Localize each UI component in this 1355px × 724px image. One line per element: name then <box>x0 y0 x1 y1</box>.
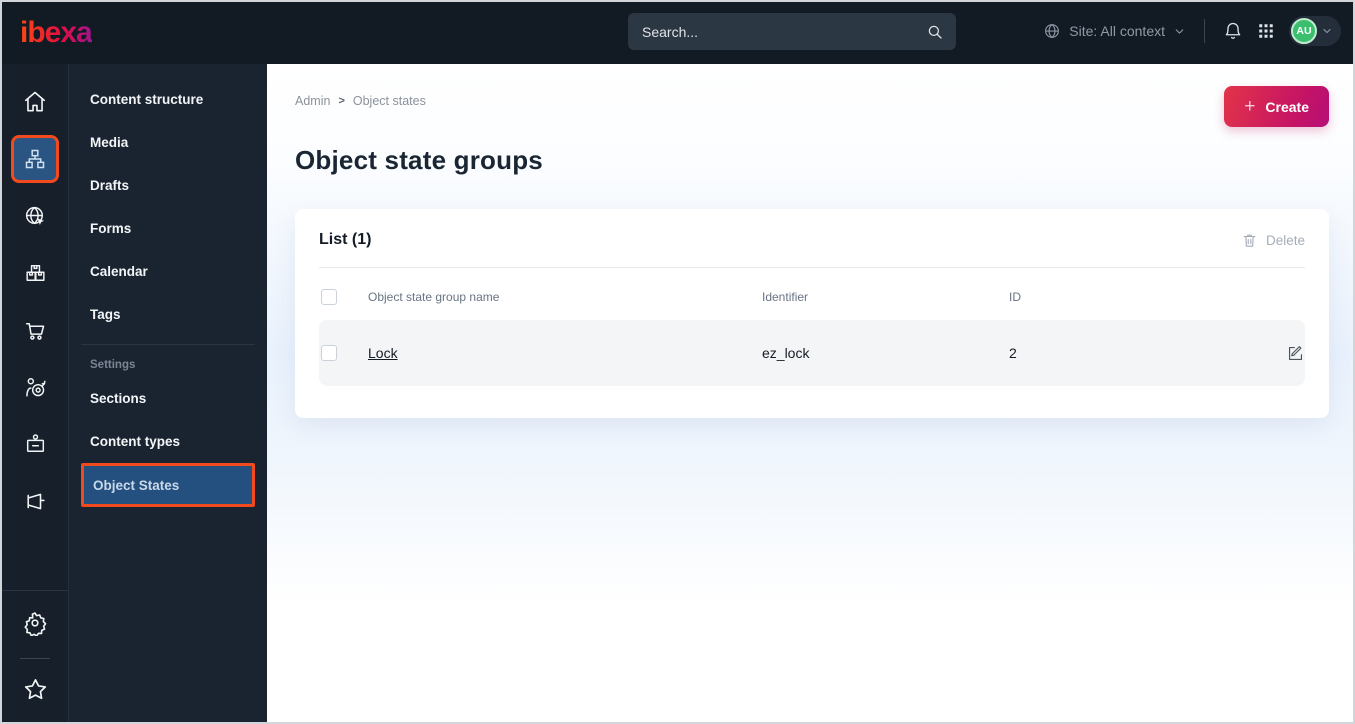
delete-button-label: Delete <box>1265 232 1305 248</box>
sidebar-settings-label: Settings <box>90 359 136 371</box>
rail-divider <box>2 590 68 591</box>
rail-item-dashboard[interactable] <box>11 78 59 126</box>
create-button[interactable]: + Create <box>1224 86 1329 127</box>
edit-button[interactable] <box>1265 344 1305 363</box>
rail-item-admin-settings[interactable] <box>11 599 59 647</box>
object-state-groups-panel: List (1) Delete Object state group name … <box>295 209 1329 418</box>
cart-icon <box>23 318 48 343</box>
search-input[interactable] <box>642 23 926 40</box>
plus-icon: + <box>1244 96 1256 117</box>
main-menu-rail <box>2 64 68 722</box>
user-menu[interactable]: AU <box>1289 16 1341 46</box>
search-icon[interactable] <box>926 23 944 41</box>
home-icon <box>22 89 48 115</box>
app-window: ibexa Site: All context <box>0 0 1355 724</box>
chevron-down-icon <box>1321 25 1333 37</box>
site-context-selector[interactable]: Site: All context <box>1043 22 1186 40</box>
notifications-bell-icon[interactable] <box>1223 21 1243 41</box>
rail-item-products[interactable] <box>11 249 59 297</box>
global-search[interactable] <box>628 13 956 50</box>
select-all-checkbox[interactable] <box>321 289 337 305</box>
rail-divider <box>20 658 50 659</box>
app-grid-icon[interactable] <box>1257 22 1275 40</box>
breadcrumb-admin-link[interactable]: Admin <box>295 94 330 108</box>
panel-divider <box>319 267 1305 268</box>
breadcrumb: Admin > Object states <box>295 94 426 108</box>
content-structure-icon <box>23 147 47 171</box>
corporate-badge-icon <box>23 432 48 457</box>
sidebar-item-object-states[interactable]: Object States <box>81 463 255 507</box>
sidebar-item-forms[interactable]: Forms <box>81 207 255 250</box>
breadcrumb-current: Object states <box>352 94 426 108</box>
marketing-megaphone-icon <box>23 489 48 514</box>
column-header-id: ID <box>1009 290 1021 304</box>
object-state-group-link[interactable]: Lock <box>368 345 398 361</box>
rail-item-bookmarks[interactable] <box>11 665 59 713</box>
settings-gear-icon <box>22 610 48 636</box>
products-boxes-icon <box>23 261 48 286</box>
top-bar: ibexa Site: All context <box>2 2 1353 64</box>
row-checkbox[interactable] <box>321 345 337 361</box>
sidebar-item-media[interactable]: Media <box>81 121 255 164</box>
globe-icon <box>1043 22 1061 40</box>
topbar-right-cluster: Site: All context AU <box>1043 0 1341 62</box>
rail-item-commerce[interactable] <box>11 306 59 354</box>
rail-item-site[interactable] <box>11 192 59 240</box>
site-context-label: Site: All context <box>1069 23 1165 39</box>
column-header-name: Object state group name <box>368 290 500 304</box>
table-row: Lock ez_lock 2 <box>319 320 1305 386</box>
sidebar-item-calendar[interactable]: Calendar <box>81 250 255 293</box>
row-identifier: ez_lock <box>762 345 810 361</box>
main-content: Admin > Object states + Create Object st… <box>267 64 1353 722</box>
sidebar-item-content-structure[interactable]: Content structure <box>81 78 255 121</box>
column-header-identifier: Identifier <box>762 290 809 304</box>
ibexa-logo[interactable]: ibexa <box>20 16 93 50</box>
rail-item-corporate[interactable] <box>11 420 59 468</box>
rail-item-content[interactable] <box>11 135 59 183</box>
page-title: Object state groups <box>295 145 543 175</box>
sidebar-item-content-types[interactable]: Content types <box>81 420 255 463</box>
trash-icon <box>1241 232 1258 249</box>
list-count-title: List (1) <box>319 231 372 248</box>
create-button-label: Create <box>1265 98 1309 115</box>
bookmarks-star-icon <box>22 676 49 703</box>
topbar-divider <box>1204 19 1205 43</box>
sidebar-item-tags[interactable]: Tags <box>81 293 255 336</box>
row-id: 2 <box>1009 345 1017 361</box>
avatar: AU <box>1291 18 1317 44</box>
rail-item-customers[interactable] <box>11 363 59 411</box>
delete-button[interactable]: Delete <box>1241 232 1305 249</box>
rail-item-marketing[interactable] <box>11 477 59 525</box>
sidebar-item-sections[interactable]: Sections <box>81 377 255 420</box>
sidebar-item-drafts[interactable]: Drafts <box>81 164 255 207</box>
site-globe-cursor-icon <box>23 204 48 229</box>
breadcrumb-separator: > <box>338 95 345 107</box>
content-sidebar: Content structure Media Drafts Forms Cal… <box>68 64 267 722</box>
table-header-row: Object state group name Identifier ID <box>319 278 1305 316</box>
sidebar-divider <box>81 344 255 345</box>
edit-icon <box>1286 344 1305 363</box>
customers-target-icon <box>23 375 48 400</box>
chevron-down-icon <box>1173 25 1186 38</box>
